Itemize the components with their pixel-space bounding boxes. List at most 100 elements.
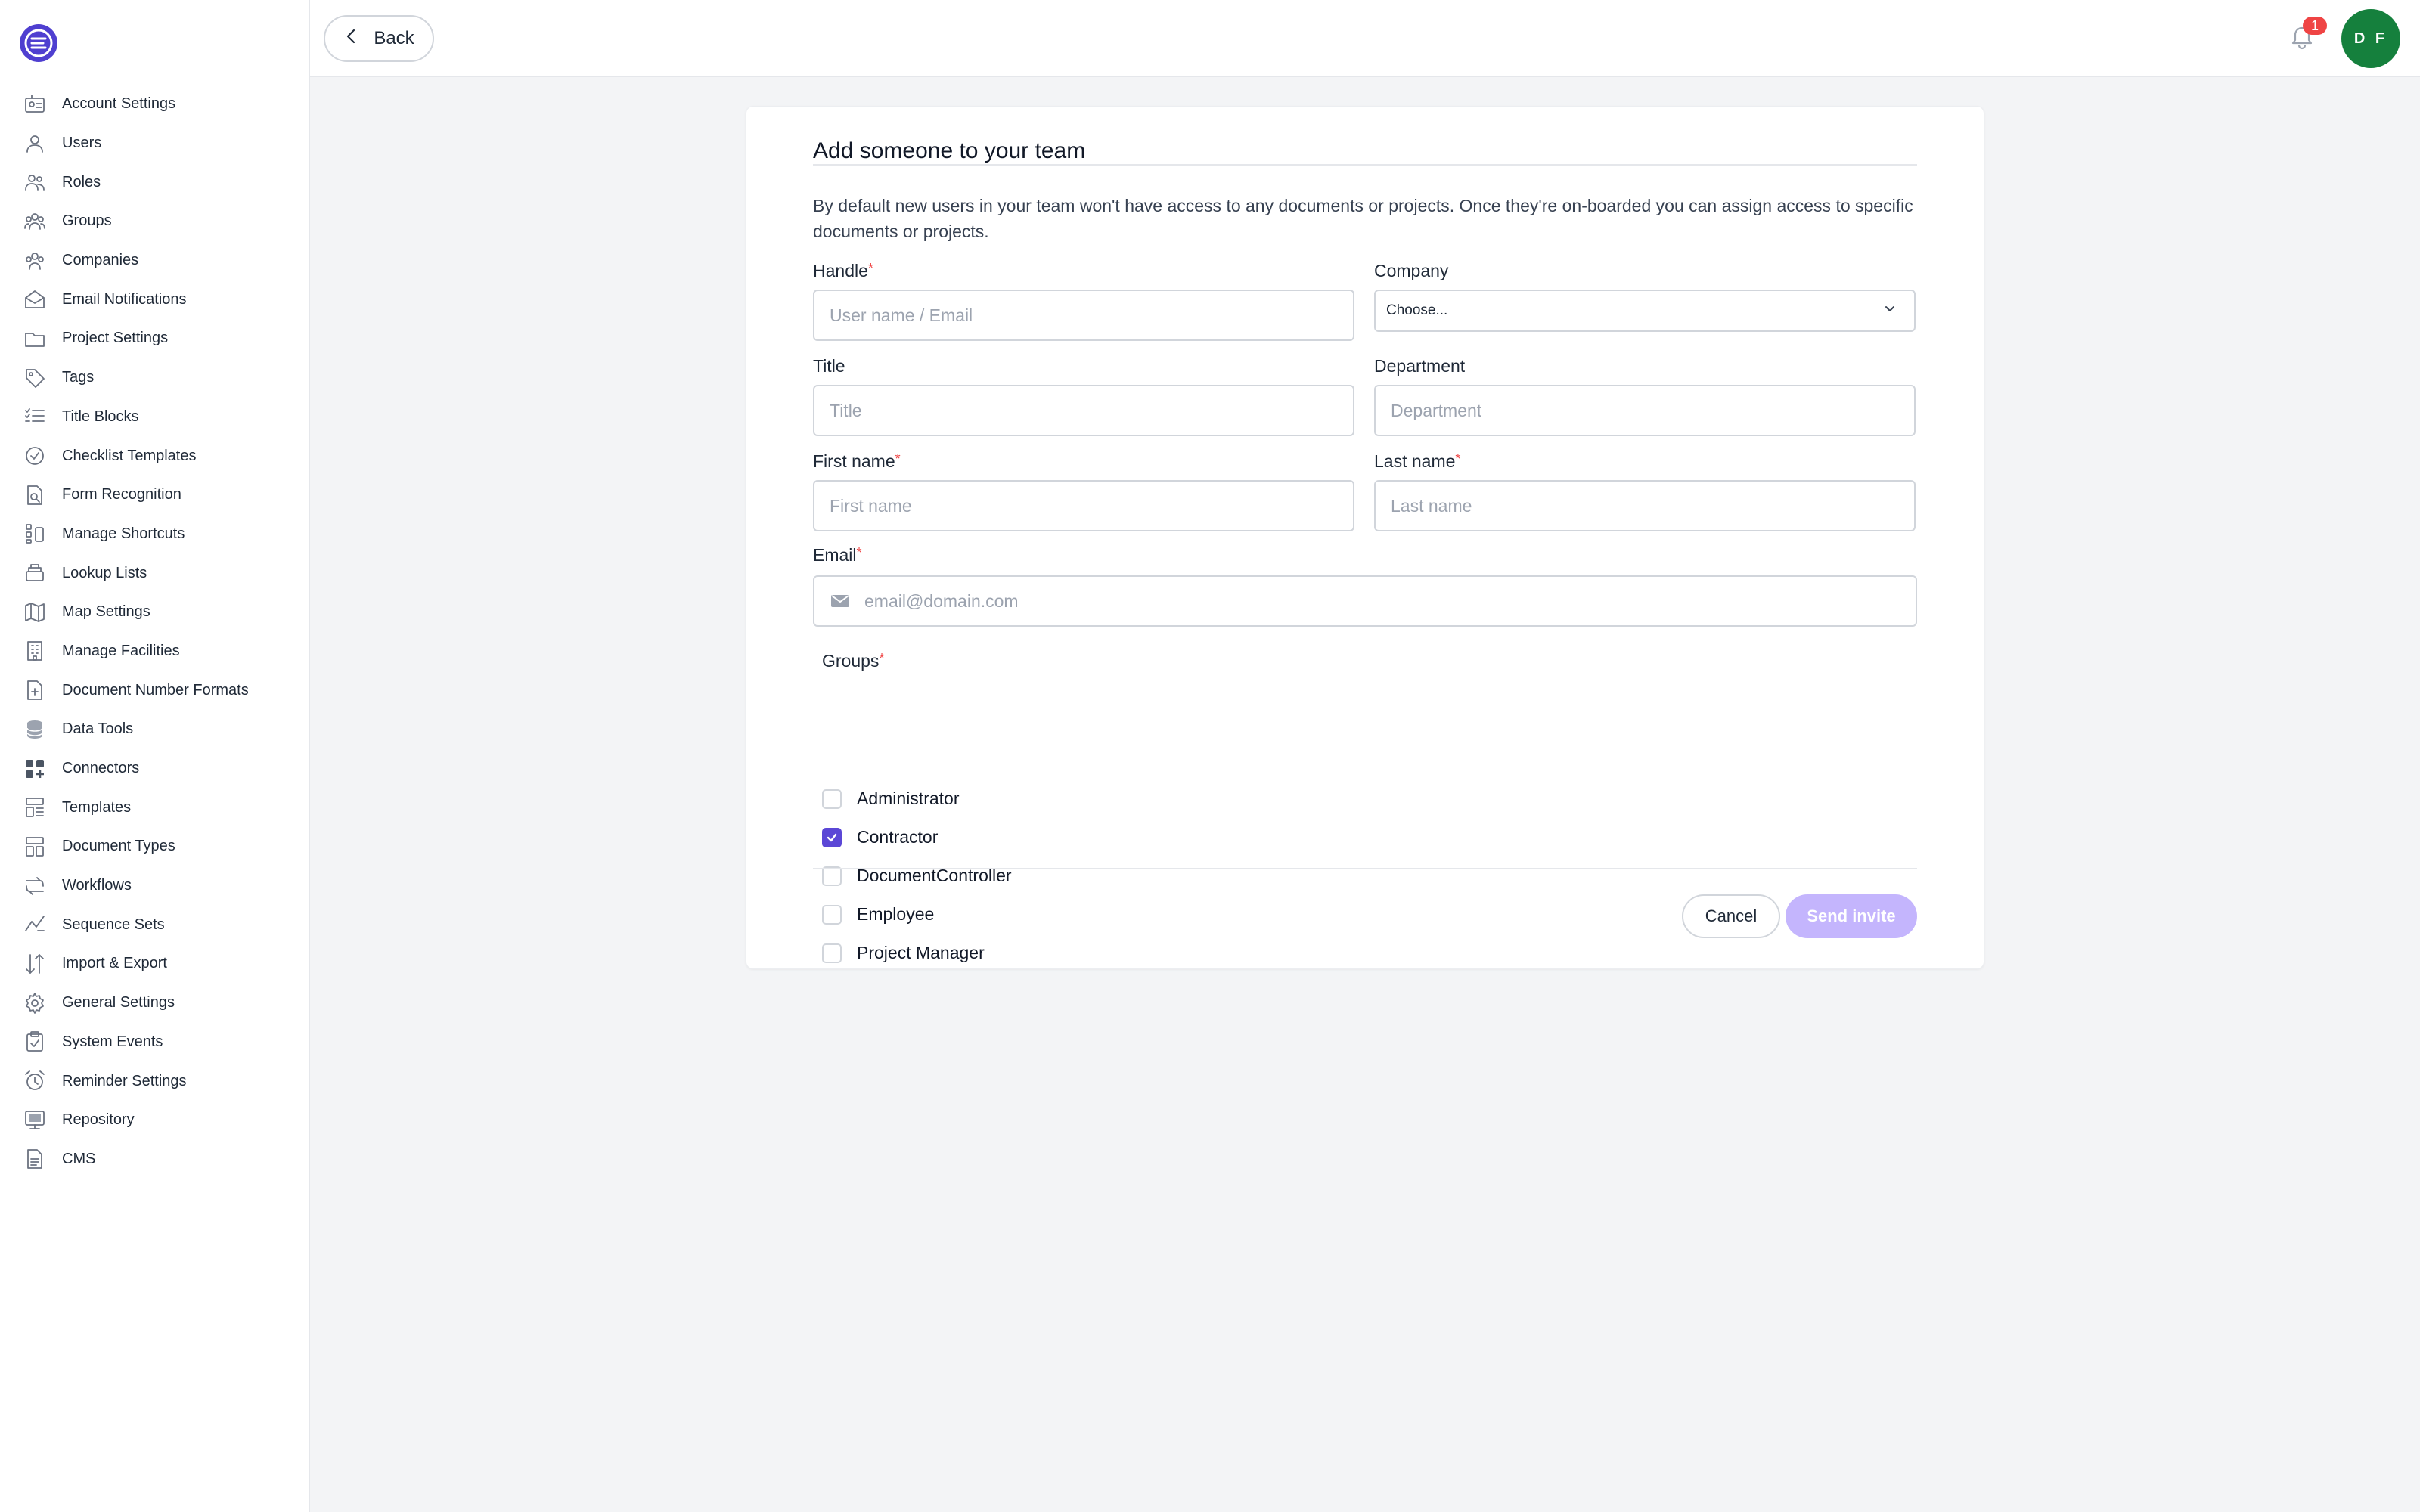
sidebar-item-lookup-lists[interactable]: Lookup Lists bbox=[0, 553, 309, 593]
group-checkbox[interactable] bbox=[822, 789, 842, 809]
sidebar-item-label: Email Notifications bbox=[62, 290, 187, 308]
required-mark: * bbox=[895, 451, 901, 466]
building-icon bbox=[23, 639, 47, 663]
file-plus-icon bbox=[23, 678, 47, 702]
sidebar-item-document-types[interactable]: Document Types bbox=[0, 827, 309, 866]
sidebar-item-label: Workflows bbox=[62, 877, 132, 894]
sidebar-item-groups[interactable]: Groups bbox=[0, 202, 309, 241]
sidebar-item-manage-shortcuts[interactable]: Manage Shortcuts bbox=[0, 515, 309, 554]
sidebar-item-email-notifications[interactable]: Email Notifications bbox=[0, 280, 309, 319]
sidebar-item-project-settings[interactable]: Project Settings bbox=[0, 319, 309, 358]
users-group-icon bbox=[23, 209, 47, 234]
last-name-placeholder: Last name bbox=[1391, 495, 1472, 516]
title-label: Title bbox=[813, 356, 845, 376]
envelope-open-icon bbox=[23, 287, 47, 311]
first-name-input[interactable]: First name bbox=[813, 480, 1354, 531]
groups-label: Groups* bbox=[822, 651, 884, 671]
sidebar-item-label: Lookup Lists bbox=[62, 564, 147, 581]
sidebar-item-reminder-settings[interactable]: Reminder Settings bbox=[0, 1061, 309, 1101]
sidebar-item-label: System Events bbox=[62, 1033, 163, 1050]
doc-type-icon bbox=[23, 835, 47, 859]
sidebar-item-sequence-sets[interactable]: Sequence Sets bbox=[0, 905, 309, 944]
required-mark: * bbox=[879, 651, 885, 666]
sidebar-nav: Account Settings Users Roles Groups Companie… bbox=[0, 85, 309, 1179]
app-logo-icon[interactable] bbox=[18, 23, 59, 64]
cancel-button[interactable]: Cancel bbox=[1682, 894, 1780, 938]
sidebar-item-data-tools[interactable]: Data Tools bbox=[0, 710, 309, 749]
folder-icon bbox=[23, 327, 47, 351]
sidebar-item-workflows[interactable]: Workflows bbox=[0, 866, 309, 906]
title-input[interactable]: Title bbox=[813, 385, 1354, 436]
sidebar-item-roles[interactable]: Roles bbox=[0, 163, 309, 202]
sidebar-item-users[interactable]: Users bbox=[0, 124, 309, 163]
sidebar-item-label: Connectors bbox=[62, 760, 140, 777]
group-option-employee[interactable]: Employee bbox=[822, 895, 1012, 934]
sidebar-item-general-settings[interactable]: General Settings bbox=[0, 984, 309, 1023]
sidebar-item-account-settings[interactable]: Account Settings bbox=[0, 85, 309, 124]
sidebar-item-form-recognition[interactable]: Form Recognition bbox=[0, 476, 309, 515]
sidebar-item-templates[interactable]: Templates bbox=[0, 788, 309, 827]
list-check-icon bbox=[23, 404, 47, 429]
sidebar-item-label: Title Blocks bbox=[62, 407, 139, 425]
first-name-placeholder: First name bbox=[830, 495, 912, 516]
sidebar-item-label: Users bbox=[62, 135, 102, 152]
group-option-label: Employee bbox=[857, 904, 935, 924]
handle-input[interactable]: User name / Email bbox=[813, 290, 1354, 341]
last-name-input[interactable]: Last name bbox=[1374, 480, 1916, 531]
sidebar-item-label: Tags bbox=[62, 369, 95, 386]
group-checkbox[interactable] bbox=[822, 904, 842, 925]
group-option-project-manager[interactable]: Project Manager bbox=[822, 934, 1012, 972]
sidebar-item-system-events[interactable]: System Events bbox=[0, 1023, 309, 1062]
title-divider bbox=[813, 164, 1917, 166]
group-option-documentcontroller[interactable]: DocumentController bbox=[822, 857, 1012, 895]
department-input[interactable]: Department bbox=[1374, 385, 1916, 436]
user-icon bbox=[23, 132, 47, 156]
sidebar-item-label: Roles bbox=[62, 173, 101, 191]
group-option-administrator[interactable]: Administrator bbox=[822, 779, 1012, 818]
sidebar-item-title-blocks[interactable]: Title Blocks bbox=[0, 398, 309, 437]
sequence-icon bbox=[23, 912, 47, 937]
sidebar-item-cms[interactable]: CMS bbox=[0, 1140, 309, 1179]
sidebar-item-label: Data Tools bbox=[62, 720, 134, 738]
sidebar-item-checklist-templates[interactable]: Checklist Templates bbox=[0, 436, 309, 476]
users-icon bbox=[23, 170, 47, 194]
company-label: Company bbox=[1374, 261, 1449, 280]
check-circle-icon bbox=[23, 444, 47, 468]
sidebar-item-import-and-export[interactable]: Import & Export bbox=[0, 944, 309, 984]
group-option-contractor[interactable]: Contractor bbox=[822, 818, 1012, 857]
email-label-text: Email bbox=[813, 545, 857, 565]
first-name-label-text: First name bbox=[813, 451, 895, 471]
sidebar-item-map-settings[interactable]: Map Settings bbox=[0, 593, 309, 632]
sidebar-item-manage-facilities[interactable]: Manage Facilities bbox=[0, 632, 309, 671]
sidebar-item-tags[interactable]: Tags bbox=[0, 358, 309, 398]
group-option-label: Project Manager bbox=[857, 943, 985, 962]
sidebar-item-label: Sequence Sets bbox=[62, 916, 165, 933]
title-placeholder: Title bbox=[830, 400, 862, 420]
email-field[interactable]: email@domain.com bbox=[813, 575, 1917, 627]
sidebar-item-label: Companies bbox=[62, 252, 139, 269]
database-icon bbox=[23, 717, 47, 742]
group-checkbox[interactable] bbox=[822, 943, 842, 963]
company-select[interactable]: Choose... bbox=[1374, 290, 1916, 332]
send-invite-button[interactable]: Send invite bbox=[1786, 894, 1917, 938]
department-label: Department bbox=[1374, 356, 1466, 376]
sidebar-item-label: Account Settings bbox=[62, 95, 176, 113]
avatar[interactable]: D F bbox=[2341, 9, 2400, 68]
sidebar-item-repository[interactable]: Repository bbox=[0, 1101, 309, 1140]
repository-icon bbox=[23, 1108, 47, 1132]
email-label: Email* bbox=[813, 545, 862, 565]
apps-icon bbox=[23, 757, 47, 781]
workflow-icon bbox=[23, 874, 47, 898]
page-title: Add someone to your team bbox=[813, 138, 1086, 163]
back-button[interactable]: Back bbox=[324, 15, 434, 62]
sidebar-item-document-number-formats[interactable]: Document Number Formats bbox=[0, 671, 309, 710]
import-export-icon bbox=[23, 952, 47, 976]
email-placeholder: email@domain.com bbox=[864, 590, 1019, 611]
group-checkbox[interactable] bbox=[822, 827, 842, 847]
file-search-icon bbox=[23, 483, 47, 507]
sidebar-item-label: Checklist Templates bbox=[62, 447, 197, 464]
group-option-label: Administrator bbox=[857, 789, 960, 808]
sidebar-item-connectors[interactable]: Connectors bbox=[0, 749, 309, 789]
handle-placeholder: User name / Email bbox=[830, 305, 973, 325]
sidebar-item-companies[interactable]: Companies bbox=[0, 241, 309, 280]
